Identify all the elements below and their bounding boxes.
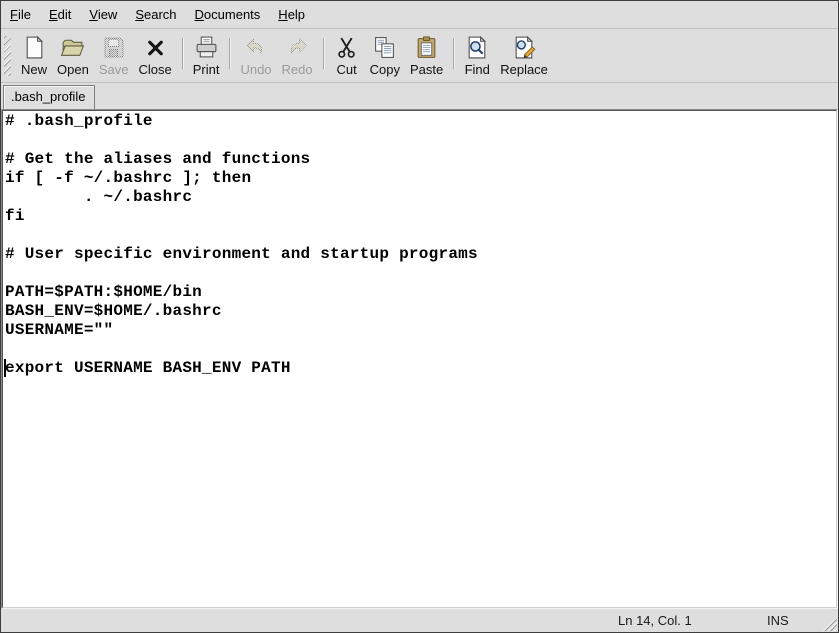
new-button-label: New bbox=[21, 62, 47, 77]
find-button[interactable]: Find bbox=[459, 31, 495, 81]
undo-button-label: Undo bbox=[240, 62, 271, 77]
menu-bar: File Edit View Search Documents Help bbox=[1, 1, 838, 29]
open-button-label: Open bbox=[57, 62, 89, 77]
save-button[interactable]: Save bbox=[94, 31, 134, 81]
copy-button-label: Copy bbox=[370, 62, 400, 77]
save-button-label: Save bbox=[99, 62, 129, 77]
redo-arrow-icon bbox=[284, 34, 310, 61]
open-button[interactable]: Open bbox=[52, 31, 94, 81]
print-button-label: Print bbox=[193, 62, 220, 77]
paste-button[interactable]: Paste bbox=[405, 31, 448, 81]
menu-documents-label: ocuments bbox=[204, 7, 260, 22]
tab-bar: .bash_profile bbox=[1, 83, 838, 109]
cut-button-label: Cut bbox=[336, 62, 356, 77]
copy-button[interactable]: Copy bbox=[365, 31, 405, 81]
menu-search-mnemonic: S bbox=[135, 7, 144, 22]
undo-arrow-icon bbox=[243, 34, 269, 61]
replace-magnifier-pencil-icon bbox=[511, 34, 537, 61]
tab-bash-profile[interactable]: .bash_profile bbox=[3, 85, 95, 109]
menu-edit[interactable]: Edit bbox=[40, 1, 80, 28]
clipboard-paste-icon bbox=[414, 34, 440, 61]
printer-icon bbox=[193, 34, 219, 61]
toolbar-separator bbox=[453, 38, 454, 69]
status-bar: Ln 14, Col. 1 INS bbox=[1, 609, 838, 632]
resize-grip[interactable] bbox=[820, 614, 837, 631]
close-button[interactable]: Close bbox=[133, 31, 176, 81]
code-line bbox=[5, 131, 836, 150]
toolbar-drag-handle[interactable] bbox=[4, 36, 11, 76]
tab-label: .bash_profile bbox=[11, 89, 85, 104]
undo-button[interactable]: Undo bbox=[235, 31, 276, 81]
toolbar: New Open Save Close Print bbox=[1, 29, 838, 83]
redo-button-label: Redo bbox=[282, 62, 313, 77]
menu-file-label: ile bbox=[18, 7, 31, 22]
code-line: fi bbox=[5, 207, 836, 226]
copy-pages-icon bbox=[372, 34, 398, 61]
menu-documents[interactable]: Documents bbox=[186, 1, 270, 28]
find-button-label: Find bbox=[465, 62, 490, 77]
code-line: # .bash_profile bbox=[5, 112, 836, 131]
open-folder-icon bbox=[60, 34, 86, 61]
find-magnifier-icon bbox=[464, 34, 490, 61]
code-line: BASH_ENV=$HOME/.bashrc bbox=[5, 302, 836, 321]
toolbar-separator bbox=[323, 38, 324, 69]
code-line: # User specific environment and startup … bbox=[5, 245, 836, 264]
cut-button[interactable]: Cut bbox=[329, 31, 365, 81]
menu-documents-mnemonic: D bbox=[195, 7, 204, 22]
close-button-label: Close bbox=[138, 62, 171, 77]
redo-button[interactable]: Redo bbox=[277, 31, 318, 81]
insert-mode-indicator: INS bbox=[767, 613, 789, 628]
code-line: USERNAME="" bbox=[5, 321, 836, 340]
replace-button-label: Replace bbox=[500, 62, 548, 77]
editor-frame: # .bash_profile # Get the aliases and fu… bbox=[1, 109, 838, 609]
cursor-position: Ln 14, Col. 1 bbox=[618, 613, 692, 628]
menu-file-mnemonic: F bbox=[10, 7, 18, 22]
code-line: if [ -f ~/.bashrc ]; then bbox=[5, 169, 836, 188]
code-line: . ~/.bashrc bbox=[5, 188, 836, 207]
scissors-icon bbox=[334, 34, 360, 61]
text-editor[interactable]: # .bash_profile # Get the aliases and fu… bbox=[2, 110, 837, 608]
code-line bbox=[5, 226, 836, 245]
menu-help-label: elp bbox=[288, 7, 305, 22]
menu-view-mnemonic: V bbox=[89, 7, 97, 22]
code-line bbox=[5, 340, 836, 359]
menu-edit-label: dit bbox=[58, 7, 72, 22]
save-floppy-icon bbox=[101, 34, 127, 61]
toolbar-separator bbox=[229, 38, 230, 69]
close-x-icon bbox=[142, 34, 168, 61]
code-line bbox=[5, 264, 836, 283]
menu-help-mnemonic: H bbox=[278, 7, 287, 22]
new-document-icon bbox=[21, 34, 47, 61]
code-line: export USERNAME BASH_ENV PATH bbox=[5, 359, 836, 378]
code-line: PATH=$PATH:$HOME/bin bbox=[5, 283, 836, 302]
code-line: # Get the aliases and functions bbox=[5, 150, 836, 169]
paste-button-label: Paste bbox=[410, 62, 443, 77]
text-cursor bbox=[4, 359, 6, 377]
menu-search[interactable]: Search bbox=[126, 1, 185, 28]
menu-file[interactable]: File bbox=[1, 1, 40, 28]
menu-view-label: iew bbox=[98, 7, 118, 22]
print-button[interactable]: Print bbox=[188, 31, 225, 81]
replace-button[interactable]: Replace bbox=[495, 31, 553, 81]
menu-view[interactable]: View bbox=[80, 1, 126, 28]
toolbar-separator bbox=[182, 38, 183, 69]
menu-search-label: earch bbox=[144, 7, 177, 22]
menu-edit-mnemonic: E bbox=[49, 7, 58, 22]
menu-help[interactable]: Help bbox=[269, 1, 314, 28]
new-button[interactable]: New bbox=[16, 31, 52, 81]
text-editor-window: File Edit View Search Documents Help New… bbox=[0, 0, 839, 633]
